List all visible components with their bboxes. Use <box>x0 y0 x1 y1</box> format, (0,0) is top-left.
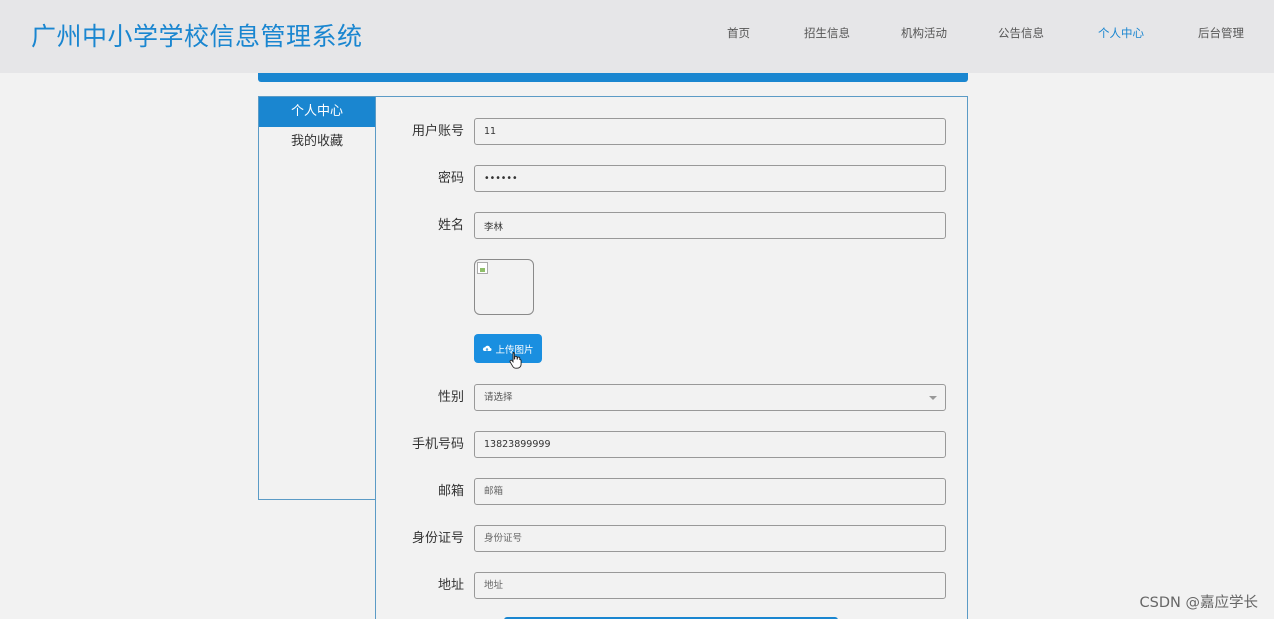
phone-row: 手机号码 <box>376 431 967 458</box>
password-label: 密码 <box>437 171 464 186</box>
nav-admin[interactable]: 后台管理 <box>1198 25 1244 41</box>
gender-row: 性别 请选择 <box>376 384 967 411</box>
email-input[interactable] <box>474 478 946 505</box>
email-label: 邮箱 <box>437 484 464 499</box>
upload-image-button[interactable]: 上传图片 <box>474 334 542 363</box>
nav-admissions[interactable]: 招生信息 <box>804 25 850 41</box>
sidebar: 个人中心 我的收藏 <box>258 96 375 500</box>
name-input[interactable] <box>474 212 946 239</box>
profile-form: 用户账号 密码 姓名 上传图片 性别 请选择 手机号码 邮箱 <box>375 96 968 619</box>
account-row: 用户账号 <box>376 118 967 145</box>
address-row: 地址 <box>376 572 967 599</box>
gender-select[interactable]: 请选择 <box>474 384 946 411</box>
broken-image-icon <box>477 262 488 274</box>
nav-announcements[interactable]: 公告信息 <box>998 25 1044 41</box>
header: 广州中小学学校信息管理系统 首页 招生信息 机构活动 公告信息 个人中心 后台管… <box>0 0 1274 73</box>
password-row: 密码 <box>376 165 967 192</box>
gender-label: 性别 <box>437 390 464 405</box>
top-accent-bar <box>258 73 968 82</box>
sidebar-item-personal-center[interactable]: 个人中心 <box>259 97 375 127</box>
nav-home[interactable]: 首页 <box>727 25 750 41</box>
idcard-row: 身份证号 <box>376 525 967 552</box>
idcard-label: 身份证号 <box>411 531 464 546</box>
password-input[interactable] <box>474 165 946 192</box>
idcard-input[interactable] <box>474 525 946 552</box>
address-input[interactable] <box>474 572 946 599</box>
cloud-upload-icon <box>483 345 492 351</box>
account-input[interactable] <box>474 118 946 145</box>
name-row: 姓名 <box>376 212 967 239</box>
address-label: 地址 <box>437 578 464 593</box>
name-label: 姓名 <box>437 218 464 233</box>
nav-personal-center[interactable]: 个人中心 <box>1098 25 1144 41</box>
watermark: CSDN @嘉应学长 <box>1139 595 1258 611</box>
email-row: 邮箱 <box>376 478 967 505</box>
chevron-down-icon <box>929 396 937 400</box>
main-nav: 首页 招生信息 机构活动 公告信息 个人中心 后台管理 <box>0 0 1274 73</box>
avatar-preview <box>474 259 534 315</box>
phone-input[interactable] <box>474 431 946 458</box>
phone-label: 手机号码 <box>411 437 464 452</box>
account-label: 用户账号 <box>411 124 464 139</box>
nav-activities[interactable]: 机构活动 <box>901 25 947 41</box>
sidebar-item-favorites[interactable]: 我的收藏 <box>259 127 375 157</box>
hand-cursor-icon <box>509 352 522 369</box>
gender-select-value: 请选择 <box>484 392 513 403</box>
